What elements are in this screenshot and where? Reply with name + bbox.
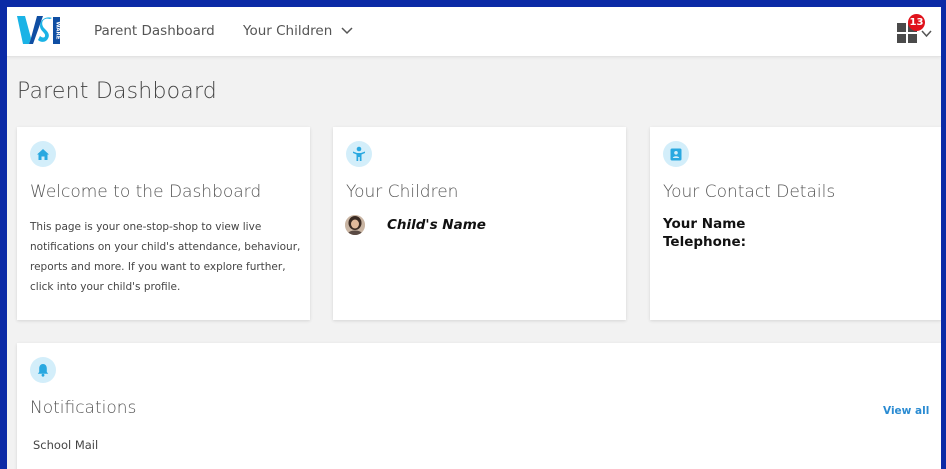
your-children-title: Your Children — [346, 182, 459, 202]
contact-title: Your Contact Details — [663, 182, 836, 202]
page-title: Parent Dashboard — [17, 79, 217, 104]
welcome-card: Welcome to the Dashboard This page is yo… — [17, 127, 310, 320]
child-icon-circle — [346, 141, 372, 167]
notification-count-badge: 13 — [908, 14, 925, 31]
contact-card-icon — [670, 148, 682, 160]
child-name: Child's Name — [387, 217, 486, 233]
bell-icon — [37, 364, 49, 377]
contact-details-card: Your Contact Details Your Name Telephone… — [650, 127, 941, 320]
child-photo-icon — [345, 215, 365, 235]
svg-text:WARE: WARE — [55, 21, 61, 39]
contact-icon-circle — [663, 141, 689, 167]
vsware-logo[interactable]: WARE — [16, 12, 62, 50]
nav-your-children[interactable]: Your Children — [243, 23, 353, 39]
contact-name-label: Your Name — [663, 216, 746, 232]
apps-menu-button[interactable]: 13 — [897, 14, 937, 47]
your-children-card: Your Children Child's Name — [333, 127, 626, 320]
notifications-card: Notifications View all School Mail — [17, 343, 941, 469]
view-all-link[interactable]: View all — [883, 405, 929, 417]
child-icon — [353, 146, 365, 161]
chevron-down-icon — [921, 30, 932, 38]
nav-your-children-label: Your Children — [243, 23, 333, 39]
nav-parent-dashboard[interactable]: Parent Dashboard — [94, 23, 215, 39]
child-avatar — [345, 215, 365, 235]
home-icon-circle — [30, 141, 56, 167]
bell-icon-circle — [30, 357, 56, 383]
chevron-down-icon — [341, 27, 353, 35]
top-navbar: WARE Parent Dashboard Your Children 13 — [7, 7, 941, 57]
app-frame: WARE Parent Dashboard Your Children 13 P… — [7, 7, 941, 469]
contact-telephone-label: Telephone: — [663, 234, 747, 250]
home-icon — [37, 148, 49, 160]
notifications-title: Notifications — [30, 398, 137, 418]
notification-item-school-mail[interactable]: School Mail — [33, 438, 98, 452]
welcome-title: Welcome to the Dashboard — [30, 182, 262, 202]
welcome-text: This page is your one-stop-shop to view … — [30, 221, 301, 293]
